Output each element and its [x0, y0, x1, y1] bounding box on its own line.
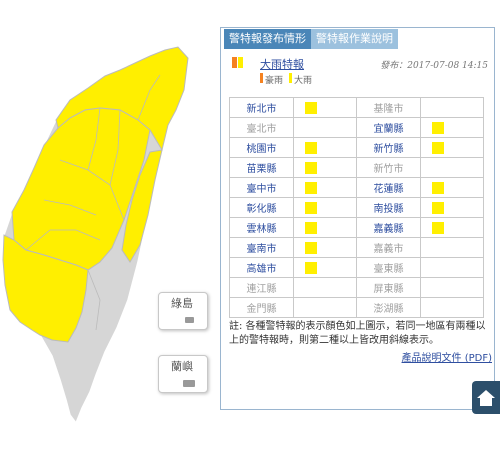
county-warning-cell: [420, 137, 484, 158]
county-warning-cell: [420, 177, 484, 198]
rain-warning-indicator: [305, 102, 317, 114]
green-island-label: 綠島: [171, 297, 193, 310]
county-row: 臺北市 宜蘭縣: [229, 117, 484, 138]
product-doc-link[interactable]: 產品說明文件 (PDF): [402, 349, 492, 364]
county-warning-cell: [420, 237, 484, 258]
legend-chip-rain: [289, 73, 292, 83]
county-name[interactable]: 新北市: [229, 97, 294, 118]
county-warning-cell: [293, 257, 357, 278]
county-row: 雲林縣 嘉義縣: [229, 217, 484, 238]
county-row: 新北市 基隆市: [229, 97, 484, 118]
county-warning-cell: [420, 157, 484, 178]
county-name: 嘉義市: [356, 237, 421, 258]
rain-warning-indicator: [432, 142, 444, 154]
county-warning-cell: [293, 97, 357, 118]
county-warning-cell: [420, 257, 484, 278]
green-island-box[interactable]: 綠島: [158, 292, 208, 330]
county-name[interactable]: 高雄市: [229, 257, 294, 278]
county-row: 桃園市 新竹縣: [229, 137, 484, 158]
tab-operation-description[interactable]: 警特報作業說明: [311, 29, 398, 49]
county-warning-table: 新北市 基隆市 臺北市 宜蘭縣 桃園市 新竹縣 苗栗縣 新竹市 臺中市 花蓮縣 彰化縣 南投縣 雲林縣嘉…: [229, 97, 484, 318]
county-warning-cell: [420, 197, 484, 218]
county-name: 屏東縣: [356, 277, 421, 298]
county-row: 連江縣 屏東縣: [229, 277, 484, 298]
county-warning-cell: [420, 277, 484, 298]
county-name[interactable]: 苗栗縣: [229, 157, 294, 178]
county-row: 彰化縣 南投縣: [229, 197, 484, 218]
county-row: 臺南市 嘉義市: [229, 237, 484, 258]
tab-warning-status[interactable]: 警特報發布情形: [224, 29, 311, 49]
rain-warning-indicator: [432, 202, 444, 214]
rain-warning-indicator: [305, 202, 317, 214]
county-name[interactable]: 新竹縣: [356, 137, 421, 158]
back-to-top-button[interactable]: [472, 381, 500, 414]
county-name: 臺北市: [229, 117, 294, 138]
rain-warning-indicator: [305, 222, 317, 234]
county-warning-cell: [420, 117, 484, 138]
warning-headline: 大雨特報 發布：2017-07-08 14:15 豪雨 大雨: [230, 57, 488, 97]
county-row: 臺中市 花蓮縣: [229, 177, 484, 198]
county-warning-cell: [420, 217, 484, 238]
rain-warning-indicator: [305, 142, 317, 154]
rain-warning-indicator: [432, 122, 444, 134]
legend-label-rain: 大雨: [294, 76, 313, 86]
orchid-island-shape: [183, 380, 195, 387]
county-name[interactable]: 南投縣: [356, 197, 421, 218]
orchid-island-label: 蘭嶼: [171, 360, 193, 373]
rain-warning-indicator: [432, 182, 444, 194]
county-warning-cell: [293, 197, 357, 218]
panel-tabs: 警特報發布情形 警特報作業說明: [224, 29, 398, 49]
taiwan-warning-map: 綠島 蘭嶼: [0, 0, 220, 450]
county-name: 金門縣: [229, 297, 294, 318]
rain-warning-indicator: [305, 182, 317, 194]
keelung-islet: [157, 63, 163, 67]
rain-warning-indicator: [432, 222, 444, 234]
home-icon: [477, 390, 495, 406]
county-name: 臺東縣: [356, 257, 421, 278]
county-name[interactable]: 彰化縣: [229, 197, 294, 218]
county-name[interactable]: 桃園市: [229, 137, 294, 158]
publish-date: 發布：2017-07-08 14:15: [380, 61, 488, 71]
county-warning-cell: [293, 297, 357, 318]
legend-note: 註: 各種警特報的表示顏色如上圖示，若同一地區有兩種以上的警特報時，則第二種以上…: [229, 321, 486, 346]
county-name[interactable]: 雲林縣: [229, 217, 294, 238]
county-warning-cell: [293, 157, 357, 178]
county-warning-cell: [420, 297, 484, 318]
legend-chip-heavy-rain: [260, 73, 263, 83]
county-name[interactable]: 臺中市: [229, 177, 294, 198]
rain-warning-indicator: [305, 262, 317, 274]
green-island-shape: [185, 317, 194, 323]
legend-label-heavy-rain: 豪雨: [265, 76, 284, 86]
rain-warning-indicator: [305, 242, 317, 254]
county-warning-cell: [293, 277, 357, 298]
county-row: 高雄市 臺東縣: [229, 257, 484, 278]
county-name[interactable]: 花蓮縣: [356, 177, 421, 198]
county-warning-cell: [293, 237, 357, 258]
warning-title-link[interactable]: 大雨特報: [260, 56, 304, 72]
county-warning-cell: [293, 137, 357, 158]
county-name: 澎湖縣: [356, 297, 421, 318]
county-name[interactable]: 臺南市: [229, 237, 294, 258]
orchid-island-box[interactable]: 蘭嶼: [158, 355, 208, 393]
county-name: 新竹市: [356, 157, 421, 178]
county-name: 連江縣: [229, 277, 294, 298]
county-row: 金門縣 澎湖縣: [229, 297, 484, 318]
county-name[interactable]: 宜蘭縣: [356, 117, 421, 138]
rain-chip-large: [238, 57, 243, 68]
county-name[interactable]: 嘉義縣: [356, 217, 421, 238]
county-warning-cell: [293, 177, 357, 198]
county-warning-cell: [420, 97, 484, 118]
heavy-rain-chip-large: [232, 57, 237, 68]
county-name: 基隆市: [356, 97, 421, 118]
county-warning-cell: [293, 217, 357, 238]
county-warning-cell: [293, 117, 357, 138]
county-row: 苗栗縣 新竹市: [229, 157, 484, 178]
rain-warning-indicator: [305, 162, 317, 174]
